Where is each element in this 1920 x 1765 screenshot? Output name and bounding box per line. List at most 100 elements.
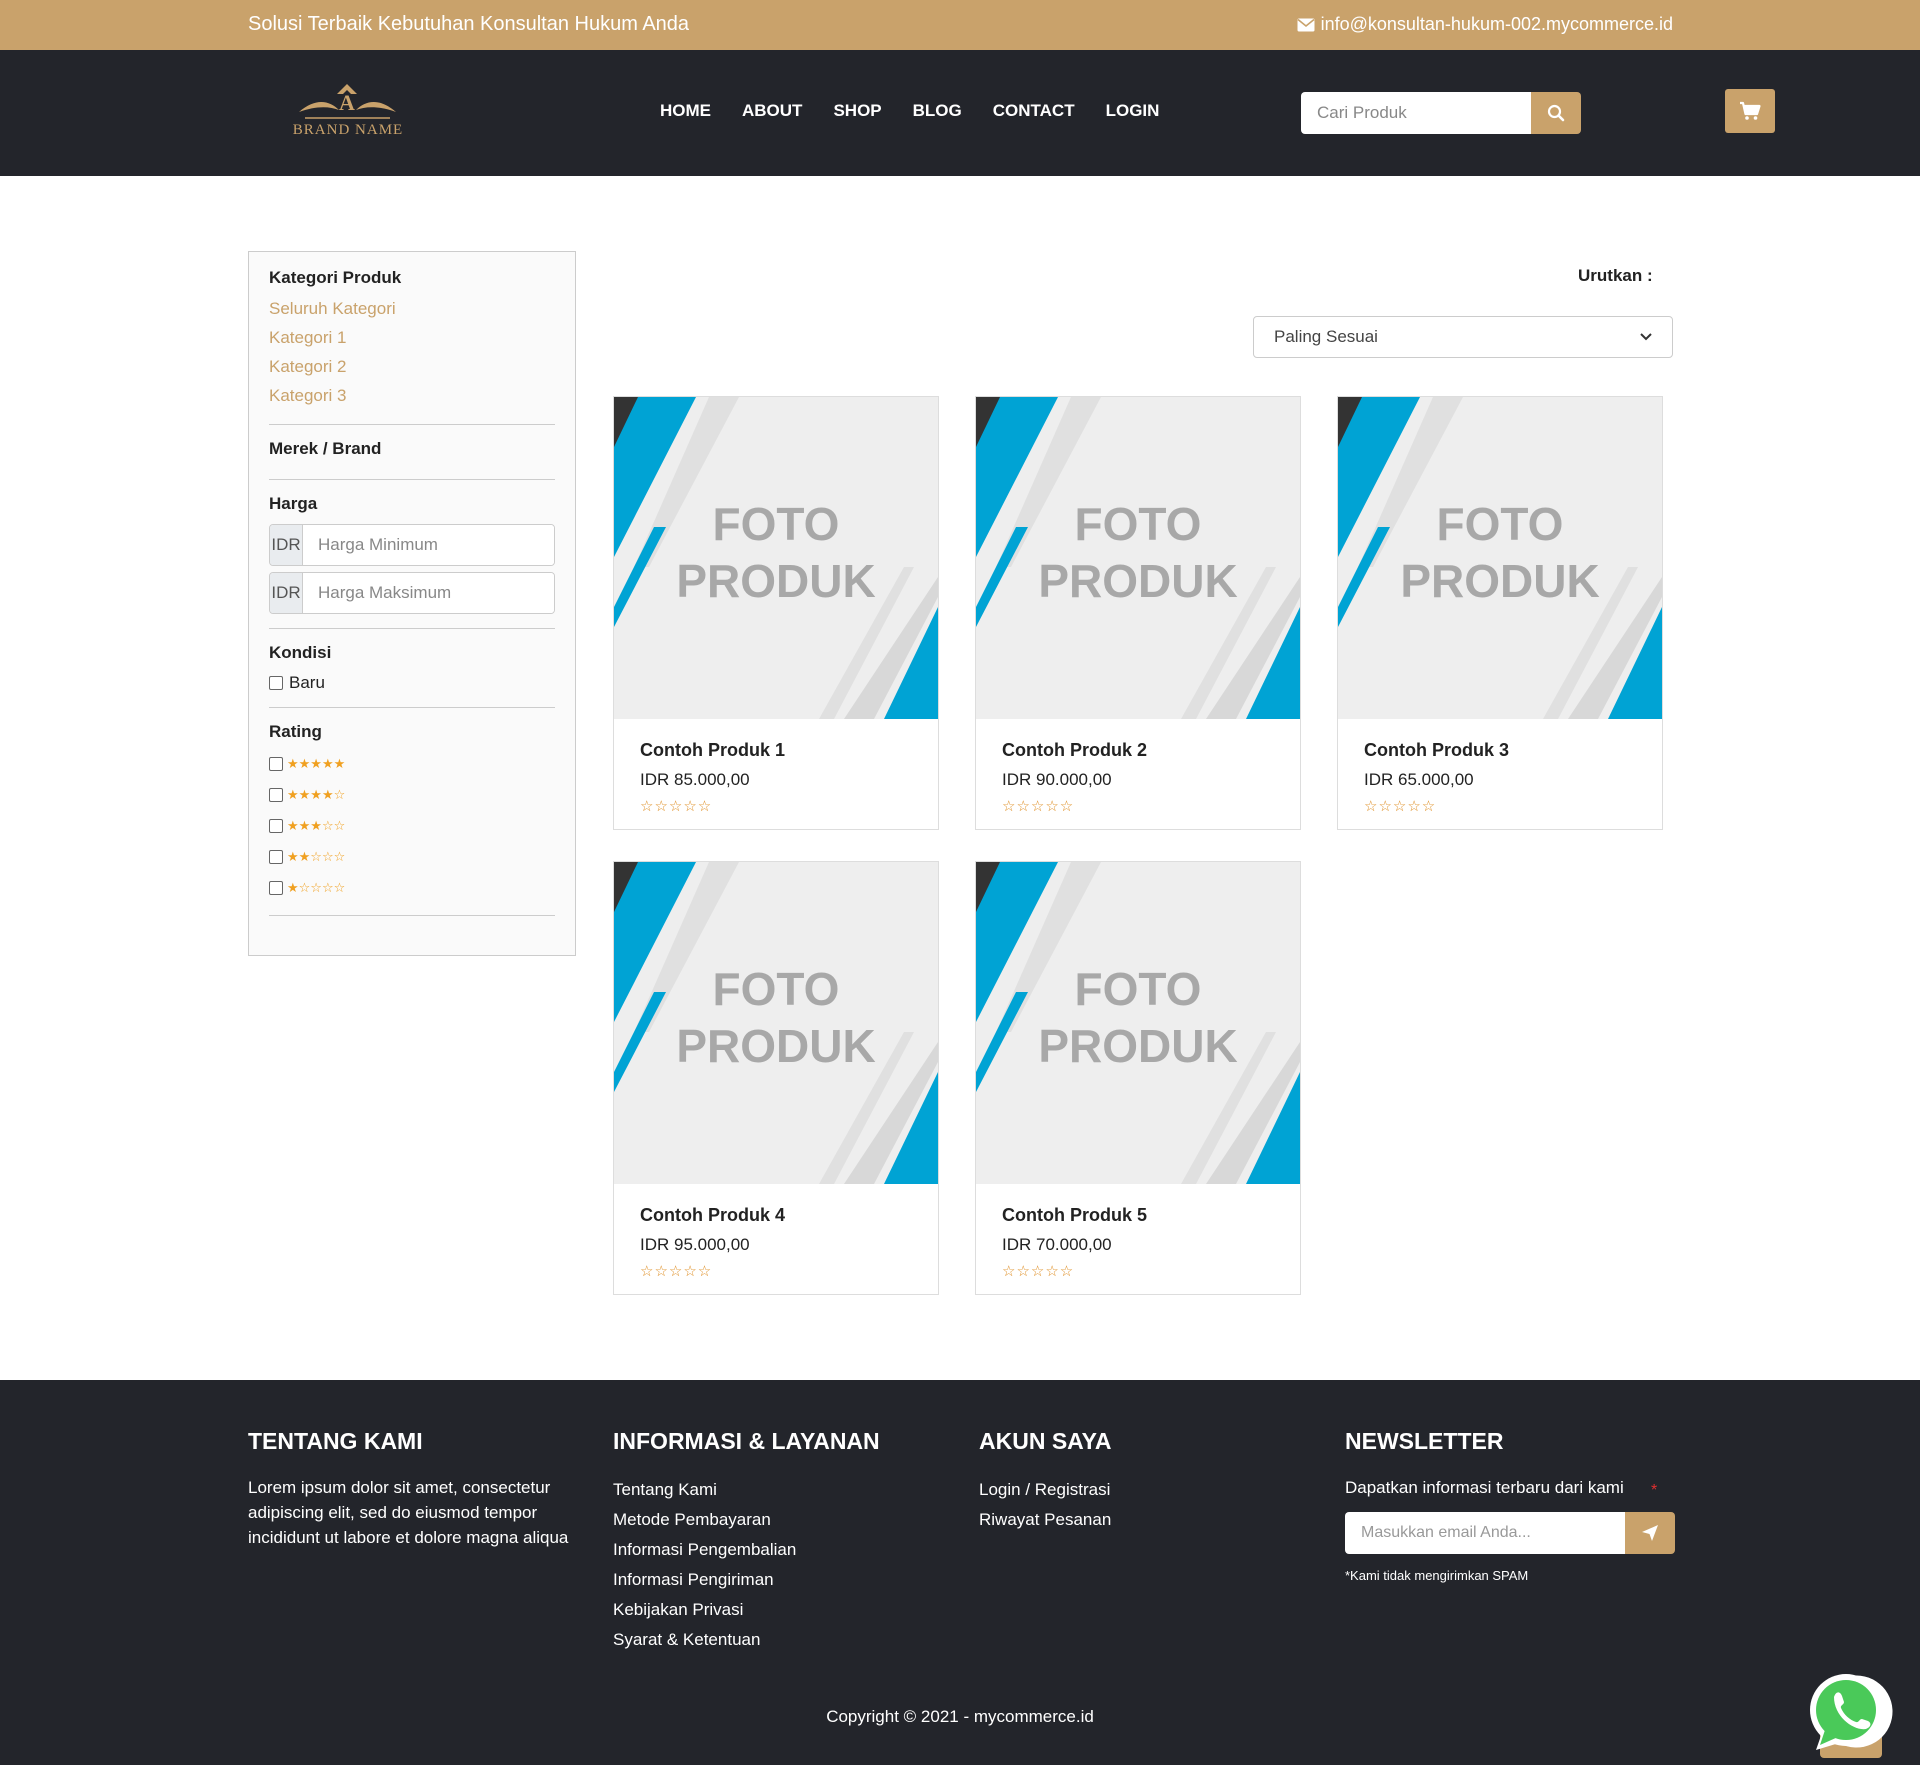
rating-option-2[interactable]: ★★☆☆☆: [269, 841, 555, 872]
product-rating-stars: ☆☆☆☆☆: [1002, 1263, 1075, 1280]
product-rating-stars: ☆☆☆☆☆: [640, 1263, 713, 1280]
currency-addon: IDR: [270, 525, 303, 565]
copyright: Copyright © 2021 - mycommerce.id: [826, 1707, 1094, 1726]
cart-button[interactable]: [1725, 89, 1775, 133]
product-image[interactable]: FOTO PRODUK: [614, 397, 938, 719]
search-button[interactable]: [1531, 92, 1581, 134]
rating-checkbox[interactable]: [269, 787, 283, 802]
category-3[interactable]: Kategori 3: [269, 381, 555, 410]
footer-about-text: Lorem ipsum dolor sit amet, consectetur …: [248, 1478, 569, 1547]
image-text-produk: PRODUK: [676, 555, 875, 607]
star-rating-icon: ★★★★☆: [287, 786, 346, 802]
image-text-foto: FOTO: [1075, 963, 1202, 1015]
product-image[interactable]: FOTO PRODUK: [614, 862, 938, 1184]
footer-link-orders[interactable]: Riwayat Pesanan: [979, 1505, 1112, 1535]
search-input[interactable]: [1301, 92, 1531, 134]
rating-checkbox[interactable]: [269, 818, 283, 833]
footer-link-payment[interactable]: Metode Pembayaran: [613, 1505, 880, 1535]
product-name[interactable]: Contoh Produk 5: [1002, 1205, 1147, 1226]
product-image[interactable]: FOTO PRODUK: [976, 862, 1300, 1184]
category-title: Kategori Produk: [269, 268, 402, 287]
star-rating-icon: ★★★★★: [287, 755, 346, 771]
footer-newsletter: NEWSLETTER Dapatkan informasi terbaru da…: [1345, 1428, 1675, 1583]
condition-new-checkbox[interactable]: [269, 676, 283, 690]
category-1[interactable]: Kategori 1: [269, 323, 555, 352]
price-min-group: IDR: [269, 524, 555, 566]
category-all[interactable]: Seluruh Kategori: [269, 294, 555, 323]
footer-link-shipping[interactable]: Informasi Pengiriman: [613, 1565, 880, 1595]
newsletter-submit-button[interactable]: [1625, 1512, 1675, 1554]
rating-checkbox[interactable]: [269, 849, 283, 864]
price-max-input[interactable]: [303, 573, 554, 613]
nav-blog[interactable]: BLOG: [913, 101, 962, 121]
rating-checkbox[interactable]: [269, 880, 283, 895]
nav-contact[interactable]: CONTACT: [993, 101, 1075, 121]
product-rating-stars: ☆☆☆☆☆: [640, 798, 713, 815]
shopping-cart-icon: [1740, 101, 1761, 120]
brand-logo[interactable]: A BRAND NAME: [285, 80, 410, 142]
brand-title[interactable]: Merek / Brand: [269, 439, 555, 459]
image-text-produk: PRODUK: [1400, 555, 1599, 607]
footer-newsletter-title: NEWSLETTER: [1345, 1428, 1504, 1454]
category-list: Seluruh Kategori Kategori 1 Kategori 2 K…: [269, 294, 555, 410]
product-price: IDR 85.000,00: [640, 770, 750, 789]
product-image[interactable]: FOTO PRODUK: [1338, 397, 1662, 719]
search-icon: [1547, 104, 1565, 122]
footer-link-terms[interactable]: Syarat & Ketentuan: [613, 1625, 880, 1655]
nav-about[interactable]: ABOUT: [742, 101, 802, 121]
envelope-icon: [1297, 18, 1315, 31]
image-text-foto: FOTO: [1075, 498, 1202, 550]
product-name[interactable]: Contoh Produk 3: [1364, 740, 1509, 761]
rating-option-4[interactable]: ★★★★☆: [269, 779, 555, 810]
rating-option-5[interactable]: ★★★★★: [269, 748, 555, 779]
product-name[interactable]: Contoh Produk 1: [640, 740, 785, 761]
footer-account-title: AKUN SAYA: [979, 1428, 1112, 1454]
crest-icon: A: [299, 84, 396, 119]
sort-selected-value: Paling Sesuai: [1274, 327, 1378, 346]
nav-home[interactable]: HOME: [660, 101, 711, 121]
rating-title: Rating: [269, 722, 322, 741]
product-card[interactable]: FOTO PRODUK Contoh Produk 3 IDR 65.000,0…: [1337, 396, 1663, 830]
newsletter-email-input[interactable]: [1345, 1512, 1625, 1554]
product-card[interactable]: FOTO PRODUK Contoh Produk 2 IDR 90.000,0…: [975, 396, 1301, 830]
send-icon: [1642, 1525, 1658, 1541]
product-image[interactable]: FOTO PRODUK: [976, 397, 1300, 719]
top-bar: Solusi Terbaik Kebutuhan Konsultan Hukum…: [0, 0, 1920, 50]
nav-shop[interactable]: SHOP: [833, 101, 881, 121]
product-card[interactable]: FOTO PRODUK Contoh Produk 5 IDR 70.000,0…: [975, 861, 1301, 1295]
image-text-foto: FOTO: [1437, 498, 1564, 550]
rating-option-1[interactable]: ★☆☆☆☆: [269, 872, 555, 903]
product-card[interactable]: FOTO PRODUK Contoh Produk 1 IDR 85.000,0…: [613, 396, 939, 830]
footer-link-privacy[interactable]: Kebijakan Privasi: [613, 1595, 880, 1625]
condition-new-option[interactable]: Baru: [269, 673, 555, 693]
footer-link-login[interactable]: Login / Registrasi: [979, 1475, 1112, 1505]
category-2[interactable]: Kategori 2: [269, 352, 555, 381]
footer-link-returns[interactable]: Informasi Pengembalian: [613, 1535, 880, 1565]
product-rating-stars: ☆☆☆☆☆: [1364, 798, 1437, 815]
product-card[interactable]: FOTO PRODUK Contoh Produk 4 IDR 95.000,0…: [613, 861, 939, 1295]
price-max-group: IDR: [269, 572, 555, 614]
nav-login[interactable]: LOGIN: [1106, 101, 1160, 121]
footer-link-about[interactable]: Tentang Kami: [613, 1475, 880, 1505]
email-text: info@konsultan-hukum-002.mycommerce.id: [1320, 14, 1673, 34]
sort-select[interactable]: Paling Sesuai: [1253, 316, 1673, 358]
image-text-foto: FOTO: [713, 498, 840, 550]
svg-text:A: A: [339, 90, 355, 115]
product-name[interactable]: Contoh Produk 2: [1002, 740, 1147, 761]
contact-email[interactable]: info@konsultan-hukum-002.mycommerce.id: [1297, 14, 1673, 35]
price-min-input[interactable]: [303, 525, 554, 565]
star-rating-icon: ★☆☆☆☆: [287, 879, 346, 895]
rating-option-3[interactable]: ★★★☆☆: [269, 810, 555, 841]
rating-checkbox[interactable]: [269, 756, 283, 771]
divider: [269, 479, 555, 480]
condition-new-label: Baru: [289, 673, 325, 692]
spam-note: *Kami tidak mengirimkan SPAM: [1345, 1568, 1529, 1583]
divider: [269, 707, 555, 708]
divider: [269, 915, 555, 916]
newsletter-form: *: [1345, 1482, 1675, 1554]
rating-filter-list: ★★★★★ ★★★★☆ ★★★☆☆ ★★☆☆☆ ★☆☆☆☆: [269, 748, 555, 903]
whatsapp-icon[interactable]: [1806, 1655, 1918, 1765]
product-name[interactable]: Contoh Produk 4: [640, 1205, 785, 1226]
sort-label: Urutkan :: [1578, 266, 1653, 285]
product-price: IDR 90.000,00: [1002, 770, 1112, 789]
